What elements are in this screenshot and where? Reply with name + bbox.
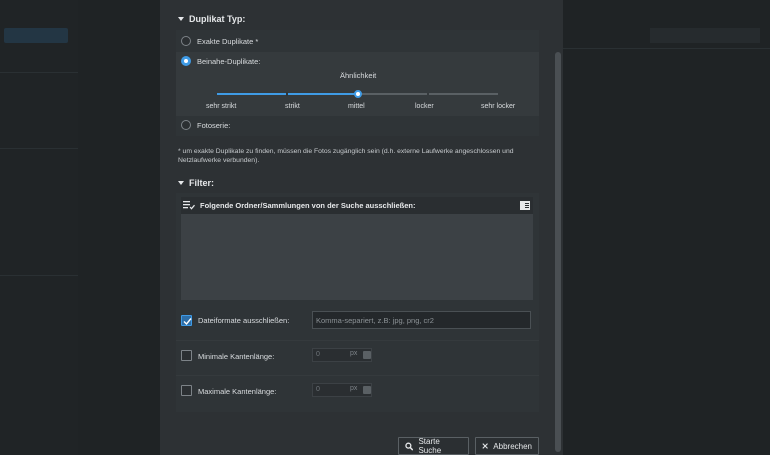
- label-photo-series: Fotoserie:: [197, 121, 231, 130]
- filter-divider: [176, 375, 539, 376]
- exclude-folders-list[interactable]: [181, 214, 533, 300]
- scrollbar-thumb[interactable]: [555, 52, 561, 452]
- background-divider: [0, 275, 78, 276]
- background-active-item: [4, 28, 68, 43]
- start-search-label: Starte Suche: [418, 437, 442, 455]
- exclude-folders-label: Folgende Ordner/Sammlungen von der Suche…: [200, 201, 416, 210]
- chevron-down-icon: [178, 181, 184, 185]
- search-icon: [405, 442, 414, 451]
- checkmark-icon: [183, 318, 192, 326]
- radio-exact-duplicates[interactable]: [181, 36, 191, 46]
- radio-near-duplicates[interactable]: [181, 56, 191, 66]
- similarity-slider-knob[interactable]: [354, 90, 362, 98]
- min-edge-spinner[interactable]: [363, 351, 371, 359]
- checkbox-max-edge[interactable]: [181, 385, 192, 396]
- similarity-level-loose[interactable]: locker: [415, 103, 434, 110]
- close-icon: [482, 443, 488, 449]
- label-exclude-file-formats: Dateiformate ausschließen:: [198, 316, 290, 325]
- dialog-scrollbar[interactable]: [553, 0, 563, 455]
- chevron-down-icon: [178, 17, 184, 21]
- exact-duplicates-footnote: * um exakte Duplikate zu finden, müssen …: [178, 148, 514, 164]
- slider-notch: [427, 92, 429, 96]
- filter-divider: [176, 340, 539, 341]
- min-edge-unit: px: [350, 350, 358, 357]
- checkbox-min-edge[interactable]: [181, 350, 192, 361]
- section-duplicate-type-title: Duplikat Typ:: [189, 14, 246, 24]
- clear-list-icon[interactable]: [519, 200, 531, 211]
- similarity-title: Ähnlichkeit: [340, 71, 377, 80]
- max-edge-spinner[interactable]: [363, 386, 371, 394]
- checkbox-exclude-file-formats[interactable]: [181, 315, 192, 326]
- background-middle-column: [78, 0, 160, 455]
- background-right-column: [563, 0, 770, 455]
- section-filter-title: Filter:: [189, 178, 215, 188]
- radio-photo-series[interactable]: [181, 120, 191, 130]
- max-edge-unit: px: [350, 385, 358, 392]
- section-duplicate-type-header[interactable]: Duplikat Typ:: [178, 14, 245, 24]
- similarity-level-very-strict[interactable]: sehr strikt: [206, 103, 236, 110]
- background-divider: [0, 148, 78, 149]
- cancel-button[interactable]: Abbrechen: [475, 437, 539, 455]
- label-max-edge: Maximale Kantenlänge:: [198, 387, 277, 396]
- slider-notch: [286, 92, 288, 96]
- label-min-edge: Minimale Kantenlänge:: [198, 352, 275, 361]
- background-left-column: [0, 0, 78, 455]
- similarity-level-medium[interactable]: mittel: [348, 103, 365, 110]
- background-bar: [650, 28, 760, 43]
- section-filter-header[interactable]: Filter:: [178, 178, 214, 188]
- similarity-level-strict[interactable]: strikt: [285, 103, 300, 110]
- background-divider: [563, 48, 770, 49]
- background-divider: [0, 72, 78, 73]
- cancel-label: Abbrechen: [493, 441, 532, 451]
- label-near-duplicates: Beinahe-Duplikate:: [197, 57, 261, 66]
- exclude-list-icon[interactable]: [183, 200, 195, 211]
- file-formats-input[interactable]: Komma-separiert, z.B: jpg, png, cr2: [312, 311, 531, 329]
- start-search-button[interactable]: Starte Suche: [398, 437, 469, 455]
- similarity-level-very-loose[interactable]: sehr locker: [481, 103, 515, 110]
- label-exact-duplicates: Exakte Duplikate *: [197, 37, 259, 46]
